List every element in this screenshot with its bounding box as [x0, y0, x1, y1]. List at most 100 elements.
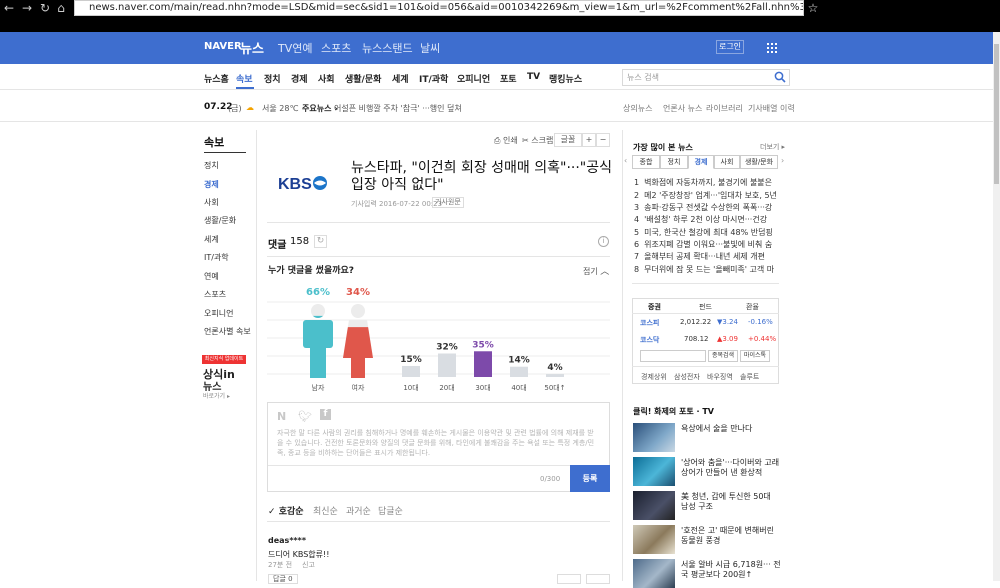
market-link-2[interactable]: 삼성전자 [674, 372, 700, 382]
link-3[interactable]: 라이브러리 [706, 103, 743, 114]
nav-newsstand[interactable]: 뉴스스탠드 [362, 40, 413, 56]
leftnav-society[interactable]: 사회 [204, 197, 219, 208]
naver-login-icon[interactable]: N [277, 410, 286, 423]
sort-oldest[interactable]: 과거순 [346, 504, 371, 517]
kospi-name[interactable]: 코스피 [640, 318, 659, 328]
market-tab-fund[interactable]: 펀드 [699, 302, 712, 312]
sort-latest[interactable]: 최신순 [313, 504, 338, 517]
info-icon[interactable]: i [598, 236, 609, 247]
photo-caption-3[interactable]: 美 청년, 갑에 투신한 50대 남성 구조 [681, 492, 771, 512]
link-4[interactable]: 기사배열 이력 [748, 103, 795, 114]
rank-tab-society[interactable]: 사회 [714, 155, 740, 169]
url-bar[interactable]: news.naver.com/main/read.nhn?mode=LSD&mi… [74, 0, 804, 16]
leftnav-it[interactable]: IT/과학 [204, 252, 229, 263]
leftnav-economy[interactable]: 경제 [204, 179, 219, 190]
rank-item-4[interactable]: 4 '배설청' 하루 2천 이상 마시면···건강 [634, 214, 767, 225]
rank-item-6[interactable]: 6 위조지폐 감별 이워요···불빛에 비춰 숨 [634, 239, 772, 250]
photo-thumb-4[interactable] [633, 525, 675, 554]
comment-placeholder[interactable]: 자극한 말 다른 사람의 권리를 침해하거나 명예를 훼손하는 게시물은 이용약… [277, 428, 597, 458]
leftnav-sports[interactable]: 스포츠 [204, 289, 226, 300]
sort-likes[interactable]: ✓ 호감순 [268, 504, 304, 517]
promo-more[interactable]: 바로가기 ▸ [203, 391, 230, 400]
dislike-button[interactable] [586, 574, 610, 584]
photo-caption-4[interactable]: '호전은 고' 때문에 변해버린 동물원 풍경 [681, 526, 776, 546]
photo-thumb-1[interactable] [633, 423, 675, 452]
leftnav-entertainment[interactable]: 연예 [204, 271, 219, 282]
cat-breaking[interactable]: 속보 [236, 72, 253, 85]
cat-world[interactable]: 세계 [392, 72, 409, 85]
leftnav-life[interactable]: 생활/문화 [204, 215, 236, 226]
photo-thumb-5[interactable] [633, 559, 675, 588]
cat-politics[interactable]: 정치 [264, 72, 281, 85]
submit-comment-button[interactable]: 등록 [570, 465, 610, 492]
leftnav-politics[interactable]: 정치 [204, 160, 219, 171]
rank-item-5[interactable]: 5 미국, 한국산 철강에 최대 48% 반덤핑 [634, 227, 773, 238]
nav-sports[interactable]: 스포츠 [321, 40, 351, 56]
cat-society[interactable]: 사회 [318, 72, 335, 85]
naver-logo[interactable]: NAVER [204, 41, 242, 52]
cat-ranking[interactable]: 랭킹뉴스 [549, 72, 582, 85]
headline-label[interactable]: 주요뉴스 › [302, 103, 338, 114]
kosdaq-name[interactable]: 코스닥 [640, 335, 659, 345]
refresh-icon[interactable]: ↻ [314, 235, 327, 248]
cat-tv[interactable]: TV [527, 72, 540, 82]
scrollbar-thumb[interactable] [994, 44, 999, 184]
twitter-icon[interactable]: 🐦︎ [298, 410, 312, 423]
headline-link[interactable]: 어설픈 비행깔 주차 '참극' ···행인 덮쳐 [334, 103, 462, 114]
weather-text[interactable]: 서울 28℃ [262, 103, 298, 114]
font-button[interactable]: 글꼴 [554, 133, 582, 147]
search-input[interactable]: 뉴스 검색 [622, 69, 790, 86]
my-stock-button[interactable]: 마이스톡 [740, 350, 770, 362]
nav-weather[interactable]: 날씨 [420, 40, 440, 56]
like-button[interactable] [557, 574, 581, 584]
link-1[interactable]: 상의뉴스 [623, 103, 652, 114]
original-article-button[interactable]: 기사원문 [432, 197, 464, 208]
photo-thumb-3[interactable] [633, 491, 675, 520]
rank-tab-life[interactable]: 생활/문화 [740, 155, 778, 169]
leftnav-opinion[interactable]: 오피니언 [204, 308, 233, 319]
scrap-button[interactable]: ✂ 스크랩 [522, 135, 553, 146]
rank-item-3[interactable]: 3 송파·강동구 전셋값 수상한의 폭폭···강 [634, 202, 772, 213]
market-link-3[interactable]: 바우징역 [707, 372, 733, 382]
search-icon[interactable] [774, 71, 786, 83]
photo-caption-5[interactable]: 서울 알바 시급 6,718원··· 전국 평균보다 200원↑ [681, 560, 786, 580]
tab-next-icon[interactable]: › [781, 156, 784, 165]
forward-icon[interactable]: → [20, 1, 34, 15]
print-button[interactable]: ⎙ 인쇄 [494, 135, 518, 146]
rank-item-2[interactable]: 2 메2 '주장창장' 업계···'임대차 보호, 5년 [634, 190, 777, 201]
rank-tab-economy[interactable]: 경제 [688, 155, 714, 169]
reload-icon[interactable]: ↻ [38, 1, 52, 15]
market-link-4[interactable]: 솔루트 [740, 372, 759, 382]
sort-replies[interactable]: 답글순 [378, 504, 403, 517]
photo-caption-2[interactable]: '상어와 춤을'···다이버와 고래상어가 만들어 낸 환상적 [681, 458, 781, 478]
cat-economy[interactable]: 경제 [291, 72, 308, 85]
ranking-more[interactable]: 더보기 ▸ [760, 142, 785, 152]
font-down-button[interactable]: − [596, 133, 610, 147]
news-section-title[interactable]: 뉴스 [240, 38, 264, 57]
home-icon[interactable]: ⌂ [54, 1, 68, 15]
report-button[interactable]: 신고 [302, 560, 315, 570]
promo-badge[interactable]: 최신지식 업데이트 [202, 355, 246, 364]
rank-tab-politics[interactable]: 정치 [660, 155, 688, 169]
cat-it[interactable]: IT/과학 [419, 72, 448, 85]
cat-life[interactable]: 생활/문화 [345, 72, 381, 85]
cat-photo[interactable]: 포토 [500, 72, 517, 85]
market-tab-fx[interactable]: 환율 [746, 302, 759, 312]
market-tab-stock[interactable]: 증권 [648, 302, 661, 312]
facebook-icon[interactable]: f [320, 409, 331, 420]
star-icon[interactable]: ☆ [806, 1, 820, 15]
back-icon[interactable]: ← [2, 1, 16, 15]
leftnav-press[interactable]: 언론사별 속보 [204, 326, 251, 337]
apps-grid-icon[interactable] [766, 42, 778, 54]
stock-search-input[interactable] [640, 350, 706, 362]
rank-item-8[interactable]: 8 무더위에 잠 못 드는 '올빼미족' 고객 마 [634, 264, 774, 275]
leftnav-world[interactable]: 세계 [204, 234, 219, 245]
cat-home[interactable]: 뉴스홈 [204, 72, 229, 85]
font-up-button[interactable]: + [582, 133, 596, 147]
tab-prev-icon[interactable]: ‹ [624, 156, 627, 165]
link-2[interactable]: 언론사 뉴스 [663, 103, 702, 114]
rank-item-7[interactable]: 7 올해부터 공제 확대···내년 세제 개편 [634, 251, 765, 262]
nav-tv[interactable]: TV연예 [278, 40, 312, 56]
reply-button[interactable]: 답글 0 [268, 574, 298, 584]
rank-item-1[interactable]: 1 벽화점에 자동차까지, 불경기에 불붙은 [634, 177, 772, 188]
